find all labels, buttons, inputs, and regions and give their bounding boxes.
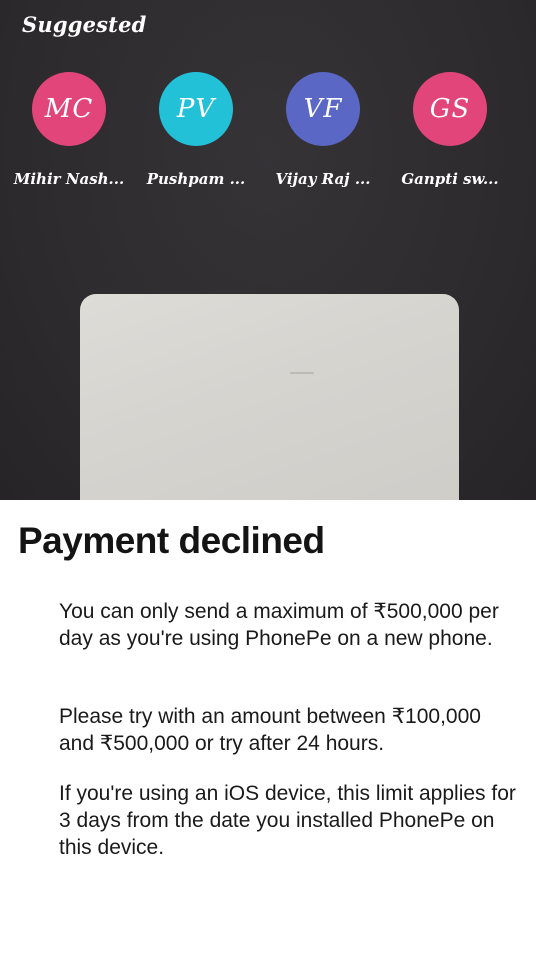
contact-name: Mihir Nash... bbox=[13, 170, 125, 188]
contact-name: Pushpam ... bbox=[146, 170, 246, 188]
suggested-contact[interactable]: GS Ganpti sw... bbox=[390, 72, 510, 188]
contact-avatar: PV bbox=[159, 72, 233, 146]
suggested-section: Suggested MC Mihir Nash... PV Pushpam ..… bbox=[0, 0, 536, 504]
dialog-message-limit: You can only send a maximum of ₹500,000 … bbox=[59, 600, 499, 650]
contact-name: Vijay Raj ... bbox=[275, 170, 371, 188]
suggested-heading: Suggested bbox=[22, 12, 147, 37]
suggested-contact[interactable]: PV Pushpam ... bbox=[136, 72, 256, 188]
contact-avatar: VF bbox=[286, 72, 360, 146]
dialog-message-ios: If you're using an iOS device, this limi… bbox=[59, 782, 516, 859]
contact-avatar: GS bbox=[413, 72, 487, 146]
dialog-title: Payment declined bbox=[18, 520, 325, 561]
blank-card bbox=[80, 294, 459, 504]
dialog-message-retry: Please try with an amount between ₹100,0… bbox=[59, 705, 481, 755]
suggested-contact[interactable]: VF Vijay Raj ... bbox=[263, 72, 383, 188]
screen: Suggested MC Mihir Nash... PV Pushpam ..… bbox=[0, 0, 536, 957]
contact-name: Ganpti sw... bbox=[401, 170, 499, 188]
contact-avatar: MC bbox=[32, 72, 106, 146]
suggested-contact[interactable]: MC Mihir Nash... bbox=[9, 72, 129, 188]
card-mark bbox=[290, 372, 314, 374]
